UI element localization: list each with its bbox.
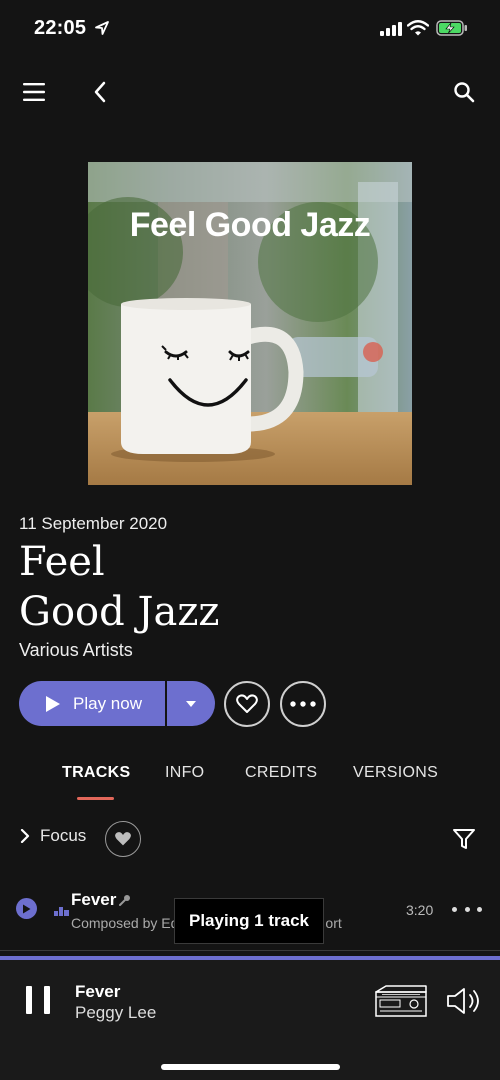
play-icon: [46, 695, 60, 712]
active-tab-indicator: [77, 797, 114, 800]
tab-info[interactable]: INFO: [165, 764, 204, 782]
focus-toggle[interactable]: Focus: [20, 826, 86, 846]
album-cover: Feel Good Jazz: [88, 162, 412, 485]
tab-tracks[interactable]: TRACKS: [62, 764, 130, 782]
battery-charging-icon: [436, 20, 467, 36]
track-composer-text: Composed by Ed: [71, 915, 179, 931]
focus-label: Focus: [40, 826, 87, 845]
caret-down-icon: [186, 700, 196, 707]
home-indicator: [161, 1064, 340, 1070]
play-now-label: Play now: [73, 693, 142, 713]
album-title-line2: Good Jazz: [19, 589, 220, 635]
more-dots-icon: [290, 701, 316, 707]
hifi-device-icon[interactable]: [374, 984, 428, 1018]
volume-icon[interactable]: [445, 986, 483, 1016]
album-title: Feel Good Jazz: [19, 537, 219, 637]
track-title: Fever: [71, 890, 117, 909]
track-composer-tail: ort: [325, 915, 342, 931]
tab-credits[interactable]: CREDITS: [245, 764, 317, 782]
play-icon: [23, 904, 31, 913]
filter-funnel-icon[interactable]: [452, 827, 476, 851]
tab-versions[interactable]: VERSIONS: [353, 764, 438, 782]
track-more-button[interactable]: [452, 900, 482, 918]
divider: [0, 950, 500, 951]
album-artist[interactable]: Various Artists: [19, 640, 133, 661]
focus-favorites-button[interactable]: [105, 821, 141, 857]
play-options-dropdown-button[interactable]: [167, 681, 215, 726]
now-playing-artist: Peggy Lee: [75, 1003, 157, 1022]
status-time: 22:05: [34, 17, 87, 39]
hamburger-menu-icon[interactable]: [20, 78, 48, 106]
playing-toast: Playing 1 track: [174, 898, 324, 944]
more-options-button[interactable]: [280, 681, 326, 727]
status-bar: 22:05: [0, 0, 500, 56]
tab-bar: TRACKS INFO CREDITS VERSIONS: [0, 764, 500, 804]
track-play-button[interactable]: [16, 898, 37, 919]
signal-bars-icon: [380, 22, 402, 36]
microphone-icon: [119, 895, 130, 906]
chevron-right-icon: [20, 829, 30, 843]
now-playing-title: Fever: [75, 982, 121, 1001]
search-icon[interactable]: [450, 78, 478, 106]
favorite-button[interactable]: [224, 681, 270, 727]
album-title-line1: Feel: [19, 539, 105, 585]
heart-icon: [236, 694, 258, 713]
track-duration: 3:20: [406, 902, 434, 918]
equalizer-playing-icon: [54, 907, 69, 916]
heart-icon: [115, 832, 131, 846]
location-arrow-icon: [95, 21, 109, 35]
play-now-button[interactable]: Play now: [19, 681, 165, 726]
wifi-icon: [407, 20, 429, 36]
chevron-left-icon[interactable]: [86, 78, 114, 106]
now-playing-bar[interactable]: Fever Peggy Lee: [0, 960, 500, 1080]
release-date: 11 September 2020: [19, 514, 168, 533]
pause-icon[interactable]: [26, 986, 50, 1016]
cover-title: Feel Good Jazz: [129, 206, 371, 244]
